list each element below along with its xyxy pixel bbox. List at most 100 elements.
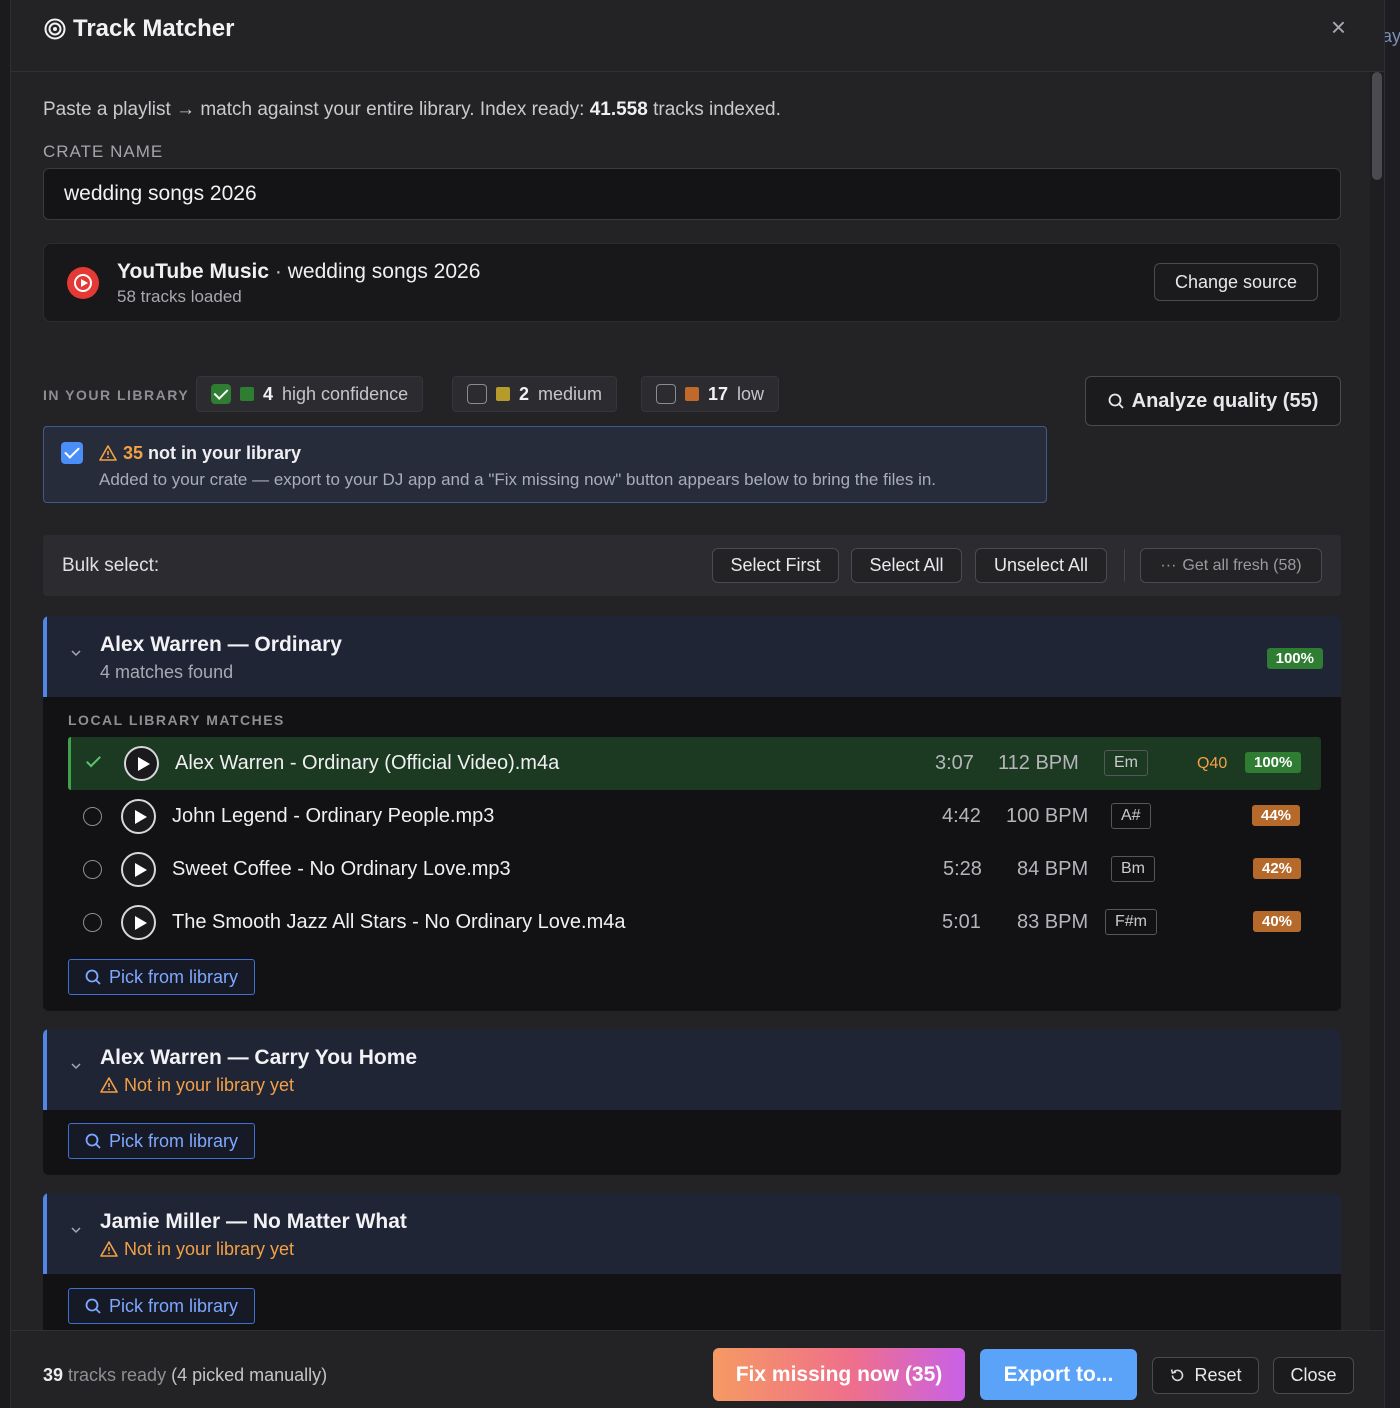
match-score-badge: 40%	[1253, 911, 1302, 932]
group-title: Jamie Miller — No Matter What	[100, 1210, 407, 1233]
match-row[interactable]: The Smooth Jazz All Stars - No Ordinary …	[68, 896, 1321, 949]
source-separator: ·	[269, 260, 288, 283]
source-card: YouTube Music · wedding songs 2026 58 tr…	[43, 243, 1341, 322]
match-score-badge: 42%	[1253, 858, 1302, 879]
warning-icon	[100, 1077, 118, 1093]
intro-prefix: Paste a playlist → match against your en…	[43, 99, 590, 120]
close-icon[interactable]: ×	[1331, 14, 1346, 40]
match-row[interactable]: John Legend - Ordinary People.mp3 4:42 1…	[68, 790, 1321, 843]
group-subtitle-text: Not in your library yet	[124, 1239, 295, 1259]
reset-icon	[1171, 1369, 1184, 1382]
low-confidence-swatch	[685, 387, 699, 401]
select-first-button[interactable]: Select First	[712, 548, 839, 583]
not-in-library-description: Added to your crate — export to your DJ …	[99, 470, 937, 489]
in-library-label: IN YOUR LIBRARY	[43, 387, 190, 403]
low-confidence-count: 17	[708, 383, 729, 404]
play-icon[interactable]	[121, 852, 156, 887]
chevron-down-icon[interactable]	[70, 1059, 82, 1071]
match-group: Jamie Miller — No Matter What Not in you…	[43, 1193, 1341, 1330]
local-matches-label: LOCAL LIBRARY MATCHES	[68, 712, 285, 728]
group-header[interactable]: Alex Warren — Ordinary 4 matches found 1…	[43, 616, 1341, 697]
scrollbar[interactable]	[1370, 72, 1384, 1330]
group-header[interactable]: Alex Warren — Carry You Home Not in your…	[43, 1029, 1341, 1110]
match-group: Alex Warren — Carry You Home Not in your…	[43, 1029, 1341, 1175]
export-button[interactable]: Export to...	[980, 1349, 1137, 1400]
search-icon	[85, 1133, 101, 1149]
crate-name-input[interactable]	[43, 168, 1341, 220]
close-button[interactable]: Close	[1273, 1357, 1354, 1394]
match-bpm: 100 BPM	[1006, 805, 1089, 827]
match-quality: Q40	[1197, 755, 1228, 772]
scrollbar-thumb[interactable]	[1372, 72, 1382, 180]
match-bpm: 112 BPM	[998, 752, 1079, 774]
match-filename: John Legend - Ordinary People.mp3	[172, 805, 495, 827]
tracks-ready-label: tracks ready	[63, 1365, 172, 1385]
match-radio[interactable]	[83, 913, 102, 932]
pick-from-library-label: Pick from library	[109, 1130, 239, 1151]
pick-from-library-label: Pick from library	[109, 1295, 239, 1316]
match-row[interactable]: Sweet Coffee - No Ordinary Love.mp3 5:28…	[68, 843, 1321, 896]
match-bpm: 84 BPM	[1017, 858, 1089, 880]
group-title: Alex Warren — Ordinary	[100, 633, 342, 656]
search-icon	[1108, 393, 1124, 409]
group-subtitle: 4 matches found	[100, 662, 234, 682]
fix-missing-button[interactable]: Fix missing now (35)	[713, 1348, 965, 1401]
reset-button[interactable]: Reset	[1152, 1357, 1259, 1394]
pick-from-library-button[interactable]: Pick from library	[68, 959, 256, 995]
pick-from-library-label: Pick from library	[109, 966, 239, 987]
play-icon[interactable]	[121, 905, 156, 940]
get-all-fresh-button[interactable]: ··· Get all fresh (58)	[1140, 548, 1322, 583]
medium-confidence-checkbox[interactable]	[467, 384, 487, 404]
crate-name-label: CRATE NAME	[43, 142, 164, 161]
pick-from-library-button[interactable]: Pick from library	[68, 1123, 256, 1159]
modal-title: Track Matcher	[73, 15, 235, 42]
change-source-button[interactable]: Change source	[1154, 263, 1318, 301]
medium-confidence-swatch	[496, 387, 510, 401]
medium-confidence-filter[interactable]: 2 medium	[452, 376, 618, 412]
checkmark-icon	[86, 752, 101, 768]
group-subtitle-text: Not in your library yet	[124, 1075, 295, 1095]
match-duration: 4:42	[942, 805, 981, 827]
analyze-quality-button[interactable]: Analyze quality (55)	[1085, 376, 1341, 426]
not-in-library-title-text: not in your library	[143, 443, 302, 463]
play-icon[interactable]	[121, 799, 156, 834]
match-row[interactable]: Alex Warren - Ordinary (Official Video).…	[68, 737, 1321, 790]
match-duration: 3:07	[935, 752, 974, 774]
youtube-music-icon	[67, 267, 99, 299]
target-icon	[44, 18, 66, 40]
not-in-library-box: 35 not in your library Added to your cra…	[43, 426, 1047, 503]
match-radio[interactable]	[83, 807, 102, 826]
match-filename: Sweet Coffee - No Ordinary Love.mp3	[172, 858, 511, 880]
bulk-select-label: Bulk select:	[62, 555, 160, 576]
match-filename: Alex Warren - Ordinary (Official Video).…	[175, 752, 560, 774]
match-score-badge: 44%	[1252, 805, 1301, 826]
intro-suffix: tracks indexed.	[647, 99, 781, 120]
match-filename: The Smooth Jazz All Stars - No Ordinary …	[172, 911, 626, 933]
group-header[interactable]: Jamie Miller — No Matter What Not in you…	[43, 1193, 1341, 1274]
match-key: A#	[1111, 803, 1151, 829]
low-confidence-filter[interactable]: 17 low	[641, 376, 780, 412]
low-confidence-checkbox[interactable]	[656, 384, 676, 404]
warning-icon	[99, 445, 117, 461]
chevron-down-icon[interactable]	[70, 646, 82, 658]
source-brand: YouTube Music	[117, 260, 270, 283]
pick-from-library-button[interactable]: Pick from library	[68, 1288, 256, 1324]
play-icon[interactable]	[124, 746, 159, 781]
modal-footer: 39 tracks ready (4 picked manually) Fix …	[11, 1330, 1384, 1408]
match-list: Alex Warren — Ordinary 4 matches found 1…	[43, 616, 1341, 1330]
warning-icon	[100, 1241, 118, 1257]
backdrop-left-edge	[0, 0, 10, 1408]
select-all-button[interactable]: Select All	[851, 548, 962, 583]
chevron-down-icon[interactable]	[70, 1223, 82, 1235]
unselect-all-button[interactable]: Unselect All	[975, 548, 1107, 583]
high-confidence-filter[interactable]: 4 high confidence	[196, 376, 424, 412]
tracks-ready-summary: 39 tracks ready (4 picked manually)	[43, 1365, 327, 1386]
match-radio[interactable]	[83, 860, 102, 879]
not-in-library-checkbox[interactable]	[61, 442, 83, 464]
match-key: F#m	[1105, 909, 1157, 935]
match-key: Em	[1104, 750, 1148, 776]
bulk-select-bar: Bulk select: Select First Select All Uns…	[43, 535, 1341, 596]
source-playlist: wedding songs 2026	[287, 260, 481, 283]
manual-picks-note: (4 picked manually)	[171, 1365, 328, 1385]
high-confidence-checkbox[interactable]	[211, 384, 231, 404]
